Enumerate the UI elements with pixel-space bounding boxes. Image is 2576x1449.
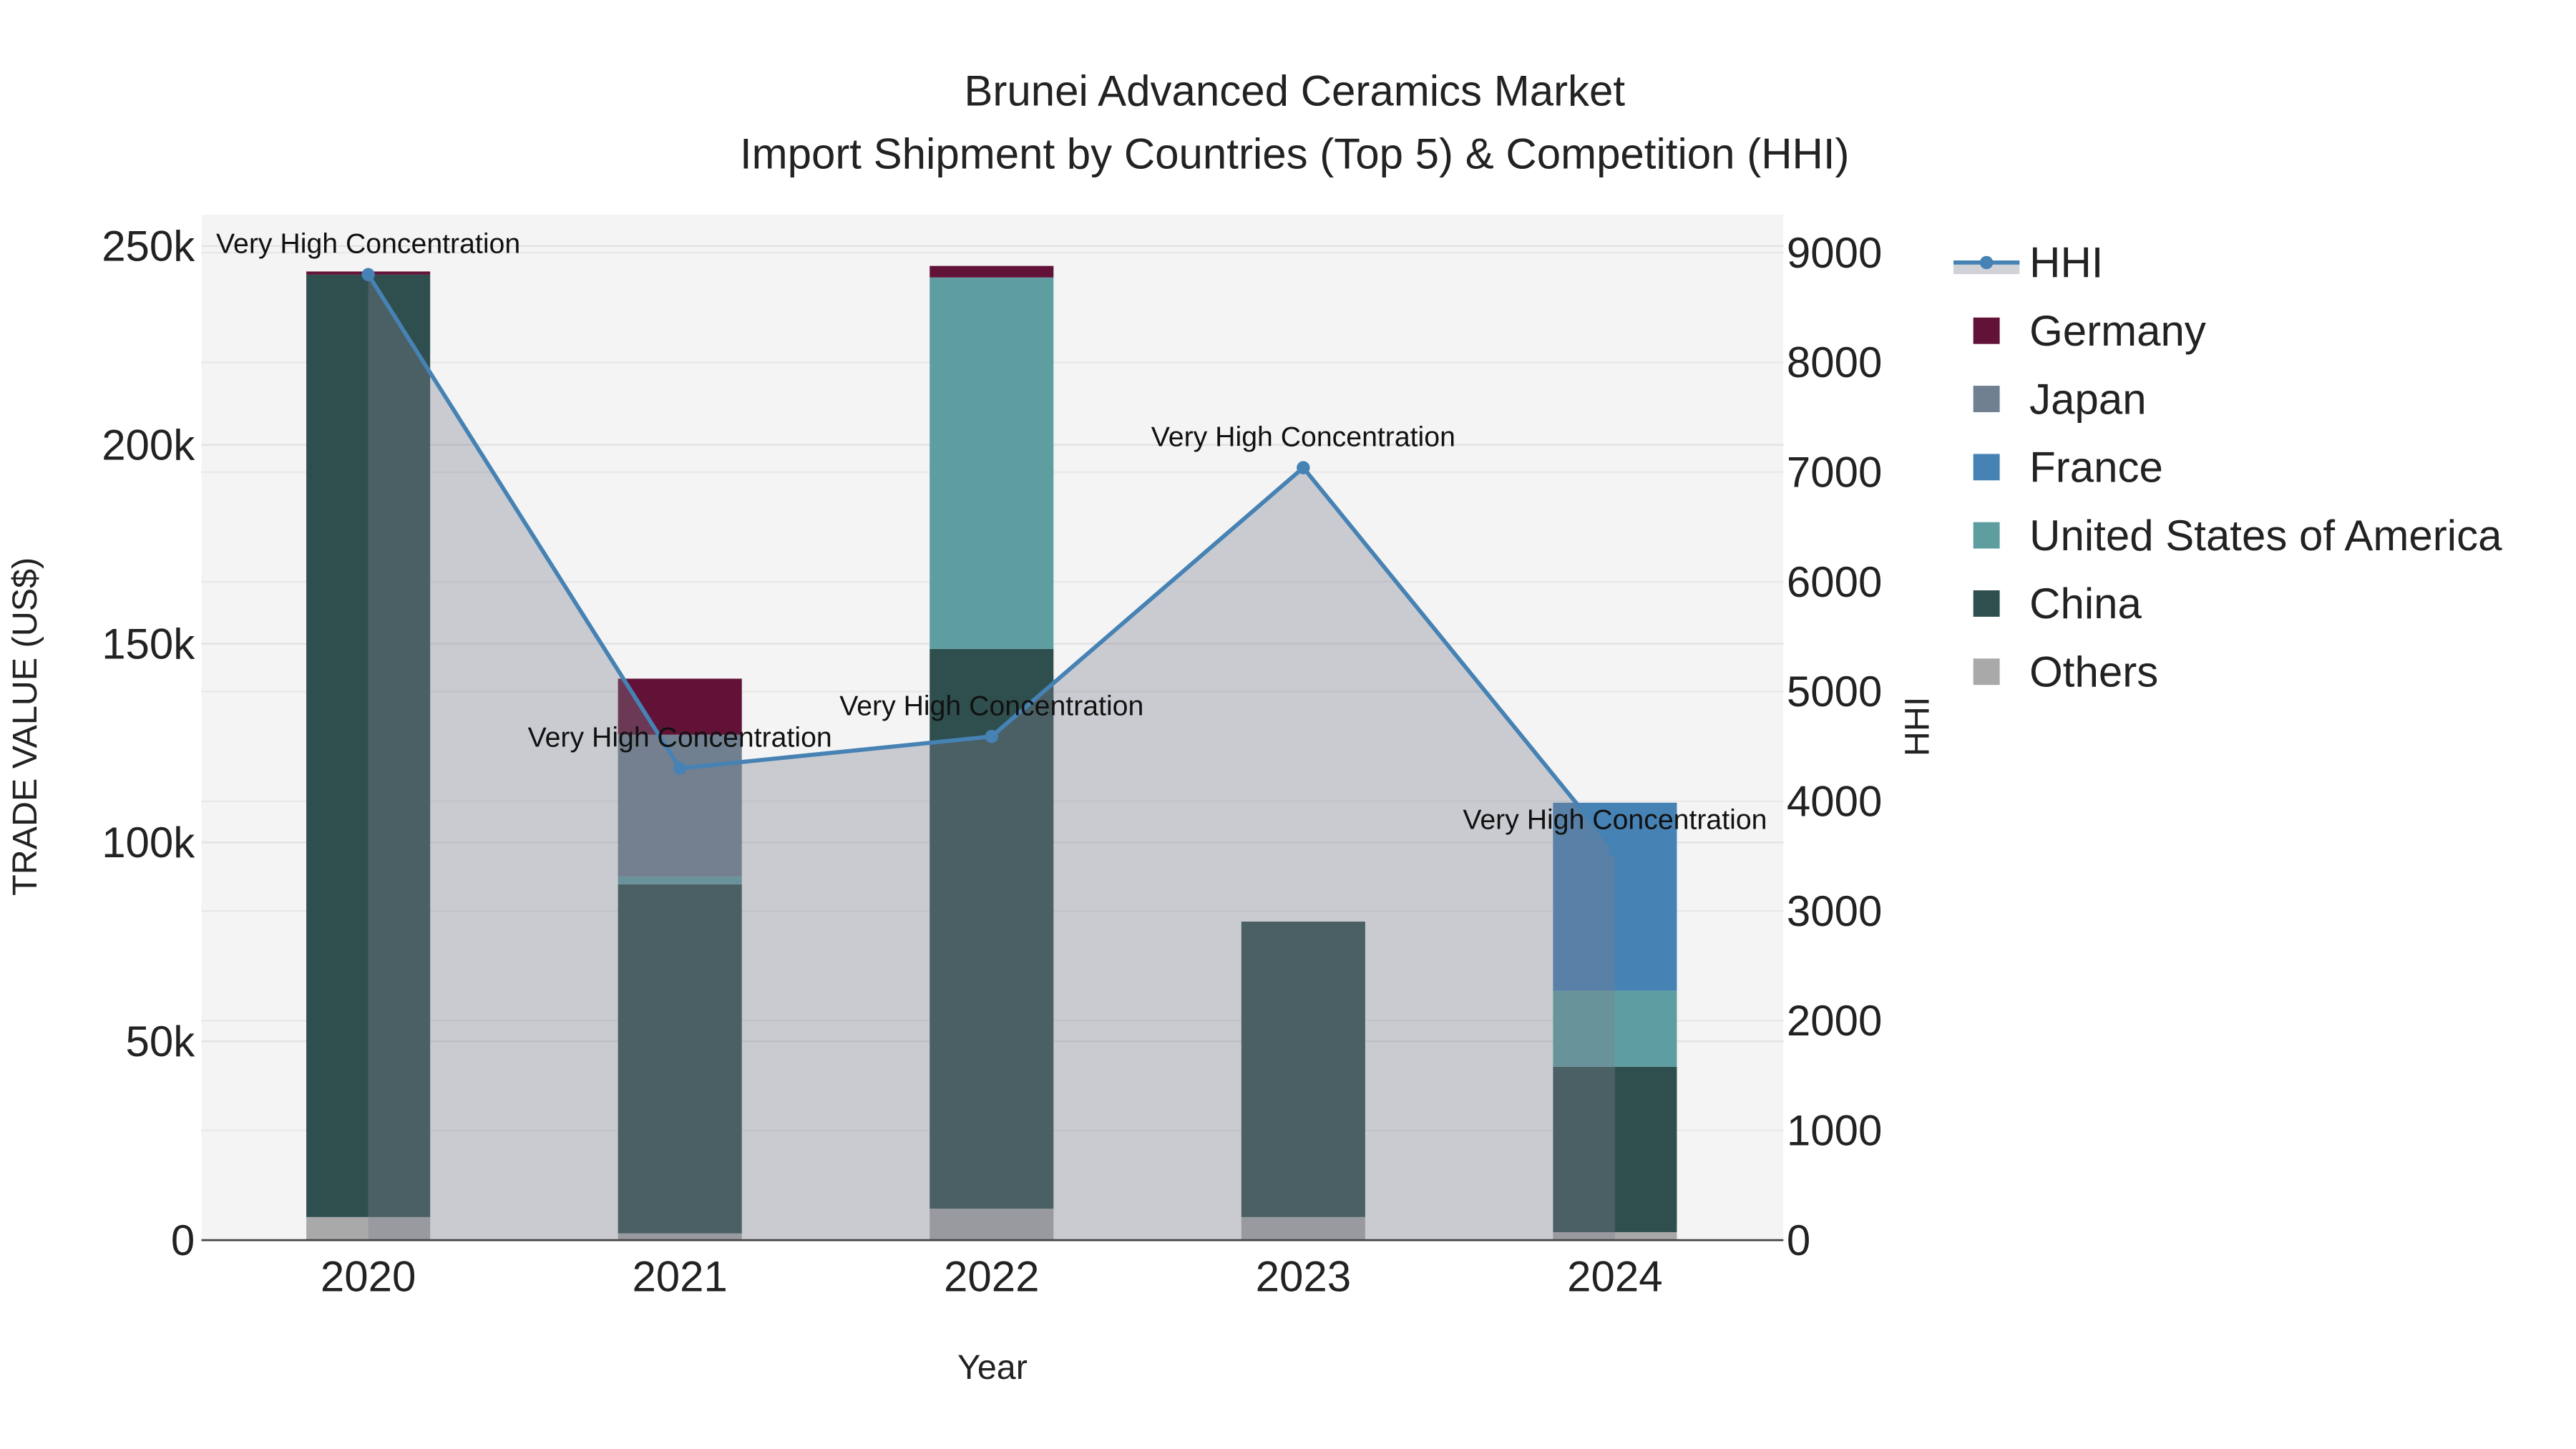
legend-swatch-japan xyxy=(1973,386,2000,412)
y2-tick-label: 1000 xyxy=(1787,1107,1882,1155)
chart-title-line1: Brunei Advanced Ceramics Market xyxy=(964,67,1625,115)
legend-swatch-germany xyxy=(1973,317,2000,344)
hhi-point-2021 xyxy=(673,761,687,775)
y2-tick-label: 9000 xyxy=(1787,229,1882,277)
y-tick-label: 150k xyxy=(102,620,195,668)
y-tick-label: 50k xyxy=(126,1018,196,1065)
hhi-annotation: Very High Concentration xyxy=(1151,421,1455,453)
y-tick-label: 100k xyxy=(102,819,195,867)
hhi-point-2023 xyxy=(1297,461,1310,474)
legend-swatch-hhi-marker xyxy=(1979,255,1994,270)
y2-tick-label: 4000 xyxy=(1787,778,1882,826)
hhi-annotation: Very High Concentration xyxy=(216,228,520,260)
y2-tick-label: 5000 xyxy=(1787,668,1882,716)
y2-tick-label: 2000 xyxy=(1787,997,1882,1045)
legend-swatch-united-states-of-america xyxy=(1973,522,2000,549)
x-tick-label: 2022 xyxy=(944,1253,1039,1301)
bar-united-states-of-america-2022 xyxy=(930,277,1054,649)
y-tick-label: 200k xyxy=(102,421,195,469)
y2-tick-label: 6000 xyxy=(1787,558,1882,606)
legend-label: France xyxy=(2029,444,2163,492)
hhi-point-2020 xyxy=(361,268,375,281)
y2-tick-label: 3000 xyxy=(1787,887,1882,935)
hhi-annotation: Very High Concentration xyxy=(528,722,832,753)
chart-title-line2: Import Shipment by Countries (Top 5) & C… xyxy=(740,130,1850,177)
y-tick-label: 250k xyxy=(102,223,195,270)
y2-tick-label: 7000 xyxy=(1787,449,1882,497)
legend-label: China xyxy=(2029,580,2142,628)
chart: Brunei Advanced Ceramics Market Import S… xyxy=(6,67,2502,1387)
legend-swatch-china xyxy=(1973,590,2000,617)
y2-axis-label: HHI xyxy=(1898,697,1936,756)
y2-tick-label: 8000 xyxy=(1787,338,1882,386)
hhi-point-2024 xyxy=(1608,844,1622,857)
x-axis-label: Year xyxy=(957,1348,1028,1387)
bar-germany-2022 xyxy=(930,265,1054,278)
hhi-annotation: Very High Concentration xyxy=(839,690,1143,721)
y-tick-label: 0 xyxy=(171,1216,195,1264)
legend-label: United States of America xyxy=(2029,512,2502,560)
legend-label: Japan xyxy=(2029,375,2146,423)
x-tick-label: 2024 xyxy=(1567,1253,1662,1301)
legend-label: Germany xyxy=(2029,307,2206,355)
legend: HHI Germany Japan France United States of Am… xyxy=(1953,239,2502,696)
y2-tick-label: 0 xyxy=(1787,1216,1810,1264)
hhi-annotation: Very High Concentration xyxy=(1463,804,1767,836)
hhi-point-2022 xyxy=(985,730,998,743)
legend-swatch-france xyxy=(1973,454,2000,481)
x-tick-label: 2021 xyxy=(632,1253,727,1301)
x-tick-label: 2020 xyxy=(321,1253,416,1301)
legend-label: Others xyxy=(2029,648,2158,696)
y-axis-label: TRADE VALUE (US$) xyxy=(6,557,44,896)
x-tick-label: 2023 xyxy=(1256,1253,1351,1301)
legend-swatch-others xyxy=(1973,658,2000,686)
legend-label: HHI xyxy=(2029,239,2103,287)
